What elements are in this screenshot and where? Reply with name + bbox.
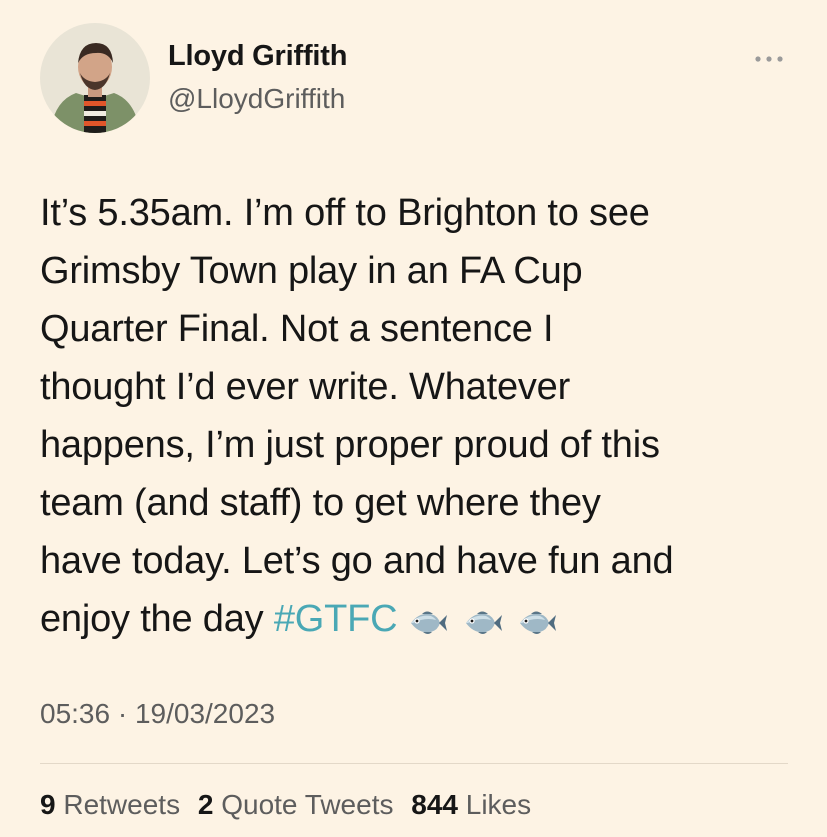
quote-tweets-count: 2 bbox=[197, 789, 214, 820]
tweet-card: Lloyd Griffith @LloydGriffith It’s 5.35a… bbox=[0, 0, 827, 837]
quote-tweets-label: Quote Tweets bbox=[221, 789, 394, 820]
avatar-image bbox=[40, 23, 150, 133]
engagement-stats: 9 Retweets 2 Quote Tweets 844 Likes bbox=[40, 789, 541, 821]
divider bbox=[40, 763, 788, 764]
ellipsis-icon bbox=[755, 56, 783, 62]
quote-tweets-stat[interactable]: 2 Quote Tweets bbox=[198, 789, 394, 821]
tweet-text-line: happens, I’m just proper proud of this bbox=[40, 424, 660, 466]
retweets-count: 9 bbox=[40, 789, 56, 820]
tweet-text-line: It’s 5.35am. I’m off to Brighton to see bbox=[40, 192, 650, 234]
fish-icon bbox=[462, 608, 502, 638]
likes-stat[interactable]: 844 Likes bbox=[411, 789, 531, 821]
avatar[interactable] bbox=[40, 23, 150, 133]
fish-icon bbox=[516, 608, 557, 638]
likes-count: 844 bbox=[411, 789, 458, 820]
likes-label: Likes bbox=[465, 789, 532, 820]
hashtag-link[interactable]: #GTFC bbox=[274, 598, 398, 640]
tweet-timestamp[interactable]: 05:36 · 19/03/2023 bbox=[40, 698, 275, 730]
tweet-text-segment: enjoy the day bbox=[40, 598, 274, 640]
tweet-text: It’s 5.35am. I’m off to Brighton to see … bbox=[40, 184, 800, 650]
fish-icon bbox=[407, 608, 448, 638]
tweet-text-line: team (and staff) to get where they bbox=[40, 482, 601, 524]
tweet-text-last-line: enjoy the day #GTFC bbox=[40, 590, 800, 650]
tweet-text-line: thought I’d ever write. Whatever bbox=[40, 366, 571, 408]
more-options-button[interactable] bbox=[748, 46, 790, 72]
author-name[interactable]: Lloyd Griffith bbox=[168, 40, 347, 73]
retweets-stat[interactable]: 9 Retweets bbox=[40, 789, 180, 821]
retweets-label: Retweets bbox=[63, 789, 181, 820]
tweet-text-line: have today. Let’s go and have fun and bbox=[40, 540, 674, 582]
emoji-group bbox=[407, 592, 560, 650]
tweet-text-line: Quarter Final. Not a sentence I bbox=[40, 308, 554, 350]
tweet-text-line: Grimsby Town play in an FA Cup bbox=[40, 250, 583, 292]
author-handle[interactable]: @LloydGriffith bbox=[168, 83, 345, 115]
